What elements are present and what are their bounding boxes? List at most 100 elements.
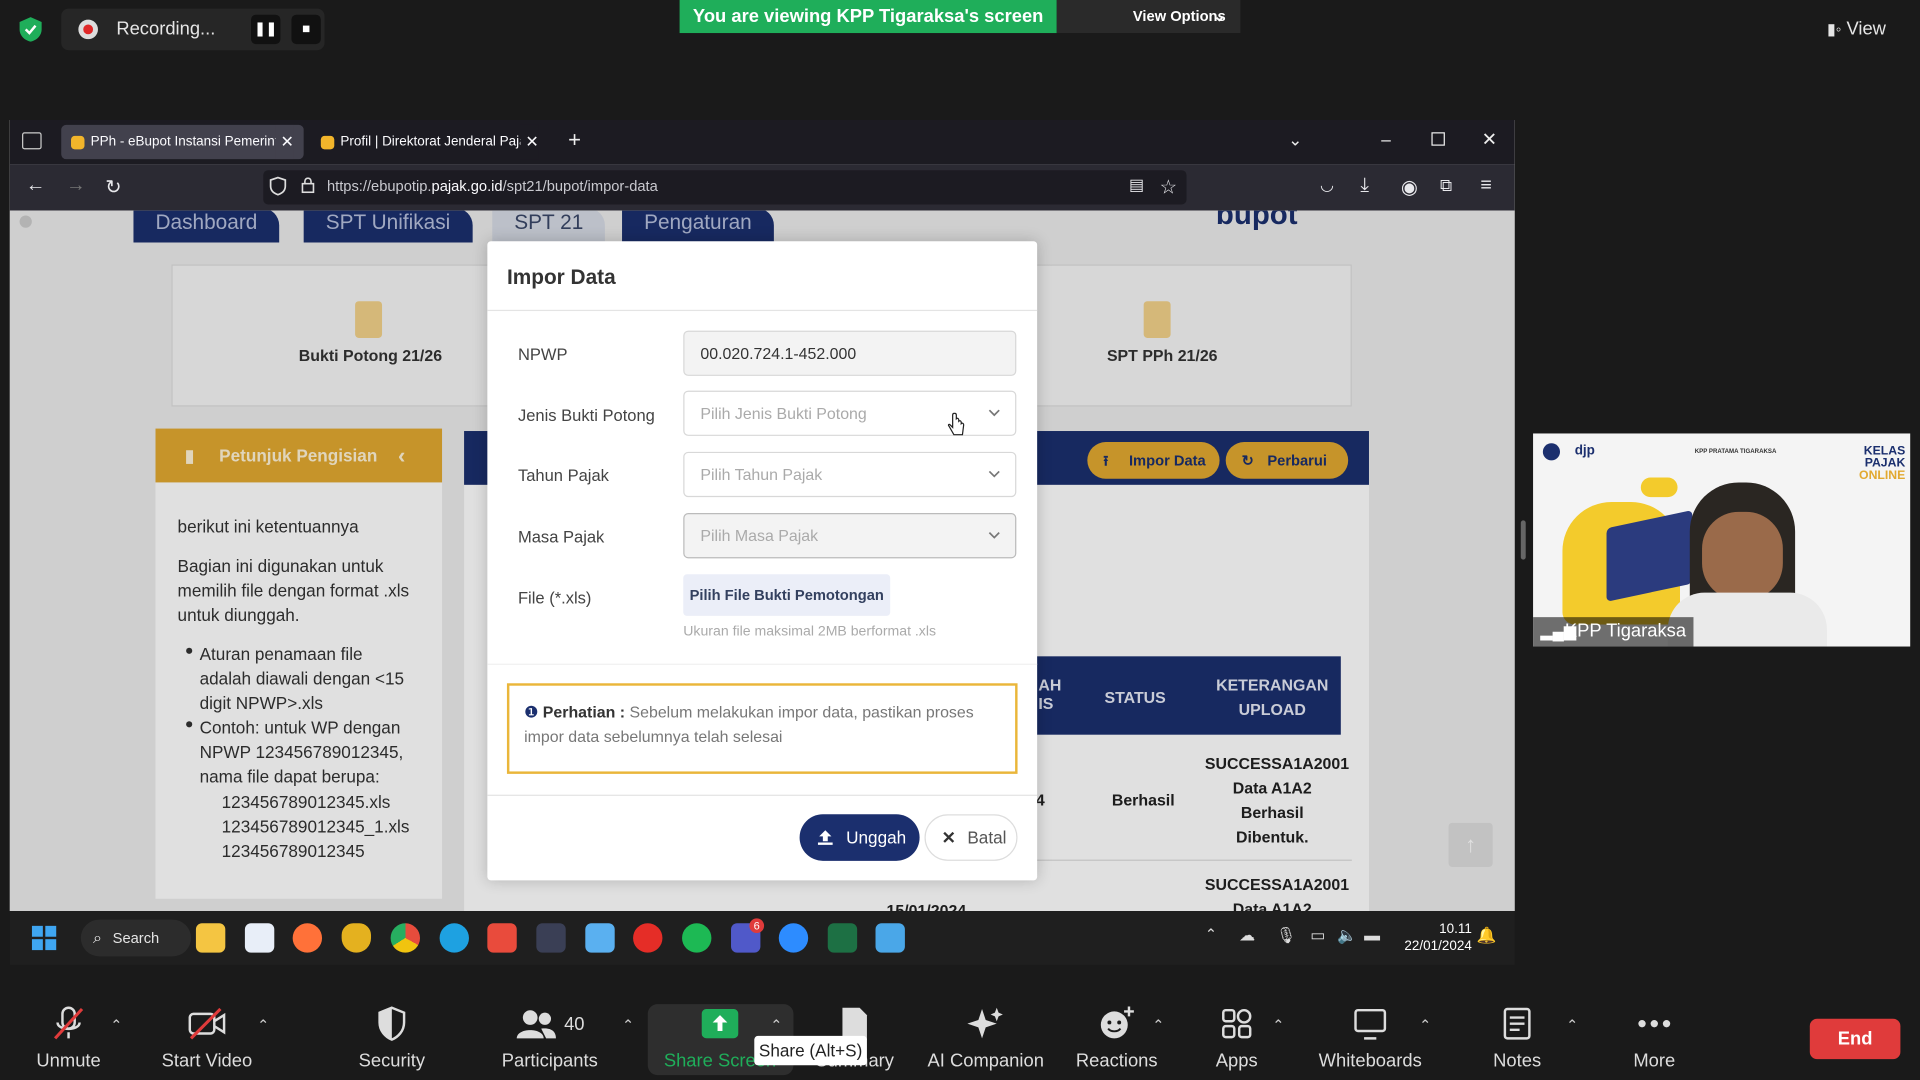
share-options-caret[interactable]: ⌃	[770, 1016, 782, 1033]
start-video-button[interactable]: Start Video	[140, 1004, 275, 1071]
close-icon: ✕	[941, 827, 957, 848]
notes-button[interactable]: Notes	[1450, 1004, 1585, 1071]
pocket-icon[interactable]: ◡	[1320, 175, 1334, 195]
reader-view-icon[interactable]: ▤	[1129, 175, 1144, 195]
presenter-face	[1702, 511, 1783, 601]
masa-pajak-label: Masa Pajak	[517, 527, 605, 547]
nav-bar: ← → ↻ https://ebupotip.pajak.go.id/spt21…	[9, 164, 1515, 211]
mic-muted-icon	[53, 1006, 84, 1040]
warning-title: Perhatian :	[542, 702, 626, 722]
file-hint: Ukuran file maksimal 2MB berformat .xls	[683, 624, 937, 640]
reactions-options-caret[interactable]: ⌃	[1152, 1016, 1164, 1033]
ai-companion-button[interactable]: AI Companion	[918, 1004, 1053, 1071]
spotify-icon[interactable]	[682, 923, 712, 953]
shield-icon	[378, 1006, 406, 1041]
screen-share-banner: You are viewing KPP Tigaraksa's screen	[679, 0, 1057, 34]
file-explorer-icon[interactable]	[195, 923, 226, 953]
upload-button[interactable]: Unggah	[799, 814, 920, 861]
app-icon[interactable]	[536, 923, 566, 953]
url-text[interactable]: https://ebupotip.pajak.go.id/spt21/bupot…	[327, 178, 658, 195]
forward-icon[interactable]: →	[66, 175, 86, 197]
restore-icon[interactable]	[1431, 132, 1445, 146]
list-tabs-icon[interactable]: ⌄	[1288, 130, 1302, 151]
menu-icon[interactable]: ≡	[1480, 175, 1491, 197]
account-icon[interactable]: ◉	[1401, 175, 1418, 199]
network-icon[interactable]: ▭	[1310, 926, 1325, 946]
view-button[interactable]: ▮◦ View	[1827, 12, 1908, 46]
impor-data-modal: Impor Data NPWP 00.020.724.1-452.000 Jen…	[487, 241, 1038, 881]
taskbar-search[interactable]: ⌕ Search	[80, 919, 192, 957]
edge-icon[interactable]	[439, 923, 469, 953]
microphone-icon[interactable]: 🎙	[1276, 926, 1296, 946]
security-button[interactable]: Security	[324, 1004, 459, 1071]
chrome-icon[interactable]	[390, 923, 421, 953]
view-options-button[interactable]: View Options ⌄	[1056, 0, 1241, 34]
app-icon[interactable]	[341, 923, 372, 953]
close-tab-icon[interactable]: ✕	[275, 124, 294, 160]
participant-video[interactable]: djp KPP PRATAMA TIGARAKSA KELAS PAJAK ONLI…	[1533, 433, 1911, 647]
bell-icon[interactable]: 🔔	[1477, 926, 1497, 946]
participants-button[interactable]: 40 Participants	[482, 1004, 617, 1071]
tracking-shield-icon[interactable]	[269, 176, 287, 196]
minimize-icon[interactable]: –	[1381, 130, 1391, 150]
clock[interactable]: 10.11 22/01/2024	[1398, 921, 1471, 955]
cloud-icon[interactable]: ☁	[1239, 926, 1255, 946]
stop-recording-button[interactable]: ■	[291, 14, 321, 45]
extensions-icon[interactable]: ⧉	[1440, 175, 1452, 196]
excel-icon[interactable]	[827, 923, 858, 953]
youtube-icon[interactable]	[633, 923, 663, 953]
audio-options-caret[interactable]: ⌃	[110, 1016, 122, 1033]
participants-options-caret[interactable]: ⌃	[622, 1016, 634, 1033]
unmute-button[interactable]: Unmute	[1, 1004, 136, 1071]
store-icon[interactable]	[244, 923, 275, 953]
reload-icon[interactable]: ↻	[105, 175, 121, 199]
whiteboards-options-caret[interactable]: ⌃	[1419, 1016, 1431, 1033]
apps-options-caret[interactable]: ⌃	[1272, 1016, 1284, 1033]
participants-icon	[516, 1010, 556, 1039]
close-tab-icon[interactable]: ✕	[520, 124, 539, 160]
new-tab-icon[interactable]: +	[568, 127, 581, 153]
chat-bubble-icon	[1640, 477, 1678, 498]
end-meeting-button[interactable]: End	[1809, 1018, 1901, 1060]
back-icon[interactable]: ←	[26, 175, 46, 197]
recording-label: Recording...	[116, 18, 216, 40]
acrobat-icon[interactable]	[487, 923, 517, 953]
firefox-icon[interactable]	[292, 923, 323, 953]
resize-handle[interactable]	[1520, 520, 1526, 560]
notes-options-caret[interactable]: ⌃	[1566, 1016, 1578, 1033]
downloads-icon[interactable]: ⤓	[1360, 175, 1369, 197]
select-placeholder: Pilih Tahun Pajak	[700, 465, 823, 484]
more-button[interactable]: More	[1587, 1004, 1722, 1071]
pause-recording-button[interactable]: ❚❚	[251, 14, 281, 45]
close-window-icon[interactable]: ✕	[1482, 129, 1497, 151]
whiteboards-button[interactable]: Whiteboards	[1303, 1004, 1438, 1071]
browser-window: PPh - eBupot Instansi Pemerint ✕ Profil |…	[9, 120, 1515, 912]
toolbar-label: AI Companion	[927, 1050, 1044, 1072]
bookmark-star-icon[interactable]: ☆	[1160, 175, 1178, 199]
chevron-up-icon[interactable]: ⌃	[1205, 926, 1217, 943]
reactions-button[interactable]: Reactions	[1049, 1004, 1184, 1071]
security-shield-icon[interactable]	[17, 16, 44, 43]
tab-manager-icon[interactable]	[22, 132, 42, 150]
video-options-caret[interactable]: ⌃	[257, 1016, 269, 1033]
tab-ebupot[interactable]: PPh - eBupot Instansi Pemerint ✕	[61, 124, 304, 160]
tab-profil-djp[interactable]: Profil | Direktorat Jenderal Pajak ✕	[311, 124, 549, 160]
search-icon: ⌕	[93, 928, 102, 947]
battery-icon[interactable]: ▬	[1364, 926, 1380, 944]
npwp-field[interactable]: 00.020.724.1-452.000	[683, 330, 1017, 376]
windows-start-icon[interactable]	[31, 925, 57, 951]
file-label: File (*.xls)	[517, 588, 592, 608]
app-icon[interactable]	[585, 923, 615, 953]
apps-button[interactable]: Apps	[1169, 1004, 1304, 1071]
tahun-pajak-select[interactable]: Pilih Tahun Pajak	[683, 451, 1017, 498]
notepad-icon[interactable]	[875, 923, 905, 953]
jenis-bukti-select[interactable]: Pilih Jenis Bukti Potong	[683, 390, 1017, 436]
clock-date: 22/01/2024	[1404, 939, 1472, 954]
windows-taskbar: ⌕ Search 6 ⌃ ☁ 🎙 ▭ 🔈 ▬ 10.11 22/01/2024 🔔	[9, 911, 1515, 965]
lock-icon[interactable]	[301, 177, 315, 194]
zoom-icon[interactable]	[778, 923, 809, 953]
cancel-button[interactable]: Batal ✕	[924, 814, 1018, 861]
masa-pajak-select[interactable]: Pilih Masa Pajak	[683, 513, 1017, 559]
volume-icon[interactable]: 🔈	[1337, 926, 1357, 946]
choose-file-button[interactable]: Pilih File Bukti Pemotongan	[683, 574, 891, 616]
